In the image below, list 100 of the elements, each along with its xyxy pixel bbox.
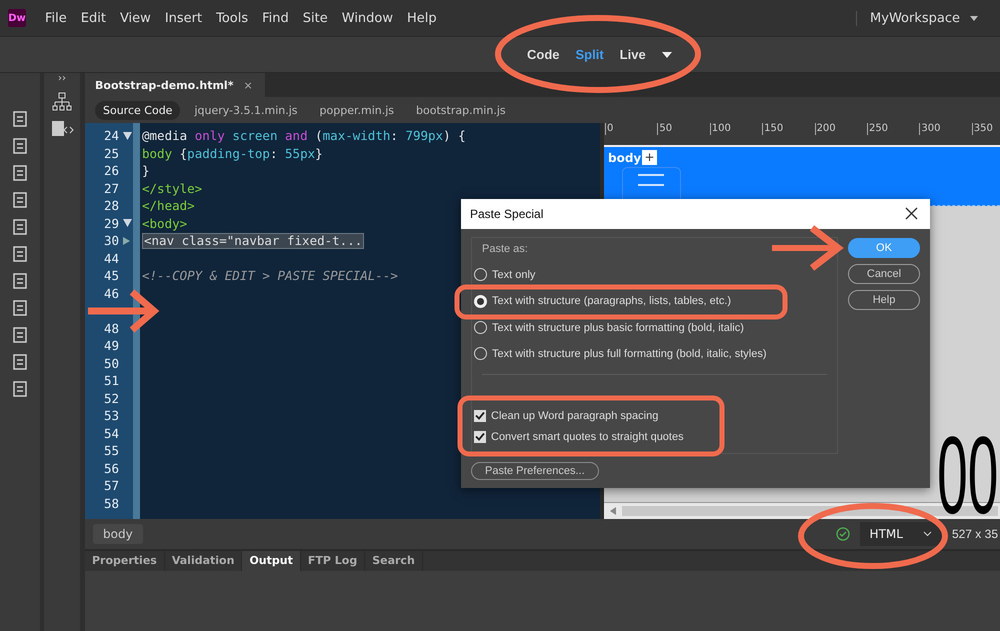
related-file-tab[interactable]: Source Code <box>95 100 180 120</box>
dom-tree-icon[interactable] <box>51 91 73 113</box>
line-number: 51 <box>102 373 119 388</box>
code-text: : <box>270 146 278 161</box>
dialog-button[interactable]: Help <box>848 290 920 310</box>
code-text: </head> <box>142 198 195 214</box>
scroll-left-icon[interactable] <box>610 507 616 515</box>
option-label[interactable]: Text with structure plus full formatting (bold, italic, styles) <box>492 348 766 360</box>
view-mode-tab[interactable]: Live <box>620 47 646 62</box>
line-number: 29 <box>102 216 119 231</box>
code-text: ) { <box>443 128 466 144</box>
line-number: 56 <box>102 460 119 476</box>
ruler-label: 350 <box>972 123 1000 135</box>
radio-button[interactable] <box>474 321 487 334</box>
menu-item[interactable]: Tools <box>216 10 248 26</box>
code-text: and <box>285 128 309 144</box>
option-label[interactable]: Text with structure (paragraphs, lists, tables, etc.) <box>492 295 732 308</box>
line-number: 25 <box>102 146 119 161</box>
code-text: 55px <box>285 146 316 161</box>
expand-triangle-icon[interactable] <box>123 236 130 245</box>
related-file-tab[interactable]: jquery-3.5.1.min.js <box>186 100 306 120</box>
group-label: Paste as: <box>482 242 529 256</box>
menu-item[interactable]: Edit <box>80 10 106 26</box>
document-type-dropdown[interactable]: HTML <box>860 522 942 546</box>
ruler-label: 100 <box>710 123 762 135</box>
ruler-label: 200 <box>814 123 867 135</box>
line-number: 48 <box>102 320 119 336</box>
app-logo: Dw <box>8 9 26 27</box>
code-text: screen <box>232 128 278 144</box>
line-number: 49 <box>102 338 119 354</box>
menu-item[interactable]: Find <box>262 10 289 26</box>
code-text: } <box>142 163 150 178</box>
code-text: 799px <box>405 128 444 144</box>
line-number: 44 <box>102 250 119 266</box>
dialog-button[interactable]: Cancel <box>848 264 920 284</box>
caret-icon <box>970 16 978 20</box>
radio-button[interactable] <box>474 347 487 360</box>
line-number: 24 <box>102 128 119 144</box>
code-text: padding-top <box>187 146 270 161</box>
ruler-label: 250 <box>866 123 920 135</box>
collapse-triangle-icon[interactable] <box>123 219 132 228</box>
menu-item[interactable]: File <box>45 10 67 26</box>
collapsed-code[interactable]: <nav class="navbar fixed-t... <box>142 232 364 249</box>
line-number: 54 <box>102 426 119 441</box>
line-number: 46 <box>102 286 119 301</box>
checkbox-label[interactable]: Convert smart quotes to straight quotes <box>491 430 684 442</box>
line-number: 27 <box>102 180 119 196</box>
collapse-triangle-icon[interactable] <box>123 132 132 140</box>
code-text: max-width <box>322 128 390 144</box>
line-number: 55 <box>102 443 119 458</box>
code-text: only <box>194 128 226 144</box>
code-text: </style> <box>142 180 202 196</box>
code-text: } <box>315 146 323 161</box>
code-text: @media <box>142 128 188 144</box>
option-label[interactable]: Text only <box>492 268 536 281</box>
related-file-tab[interactable]: bootstrap.min.js <box>408 100 514 120</box>
chevron-icon <box>922 531 932 537</box>
ruler-label: 150 <box>762 123 815 135</box>
ruler-label: 50 <box>657 123 710 135</box>
line-number: 53 <box>102 408 119 424</box>
dialog-title: Paste Special <box>470 206 544 221</box>
line-number: 28 <box>102 198 119 214</box>
check-icon <box>836 527 850 541</box>
checkbox[interactable] <box>474 430 486 442</box>
line-number: 30 <box>102 233 119 248</box>
checkbox-label[interactable]: Clean up Word paragraph spacing <box>491 410 658 422</box>
option-label[interactable]: Text with structure plus basic formatting (bold, italic) <box>492 322 744 334</box>
view-mode-tab[interactable]: Code <box>527 47 560 62</box>
line-number: 57 <box>102 478 119 494</box>
menu-item[interactable]: Window <box>342 10 394 26</box>
paste-preferences-button[interactable]: Paste Preferences... <box>471 462 599 480</box>
code-text: ( <box>315 128 323 144</box>
ruler-label: 0 <box>605 123 658 135</box>
line-number: 45 <box>102 268 119 284</box>
view-mode-tab[interactable]: Split <box>576 47 604 62</box>
line-number: 50 <box>102 356 119 371</box>
related-file-tab[interactable]: popper.min.js <box>312 100 402 120</box>
radio-button[interactable] <box>474 268 487 282</box>
document-tab[interactable]: Bootstrap-demo.html* × <box>85 73 265 97</box>
panel-tab[interactable]: Output <box>242 551 301 571</box>
code-text: : <box>390 128 399 144</box>
line-number: 26 <box>102 163 119 178</box>
code-text: { <box>180 146 188 161</box>
code-text: <!--COPY & EDIT > PASTE SPECIAL--> <box>142 268 398 284</box>
add-button[interactable]: + <box>642 150 657 165</box>
element-tag[interactable]: body <box>608 151 642 165</box>
tag-selector[interactable]: body <box>93 524 143 544</box>
code-text: body <box>142 146 174 161</box>
close-icon[interactable] <box>905 207 918 220</box>
checkbox[interactable] <box>474 410 486 422</box>
expand-panels-button[interactable]: ›› <box>58 73 66 85</box>
line-number: 58 <box>102 496 119 511</box>
caret-icon[interactable] <box>662 52 672 58</box>
menu-item[interactable]: Help <box>407 10 437 26</box>
menu-item[interactable]: Site <box>302 10 328 26</box>
code-text: <body> <box>142 216 188 231</box>
code-file-icon[interactable] <box>50 119 74 139</box>
workspace-dropdown[interactable]: MyWorkspace <box>856 10 1000 26</box>
menu-item[interactable]: View <box>120 10 151 26</box>
menu-item[interactable]: Insert <box>164 10 202 26</box>
